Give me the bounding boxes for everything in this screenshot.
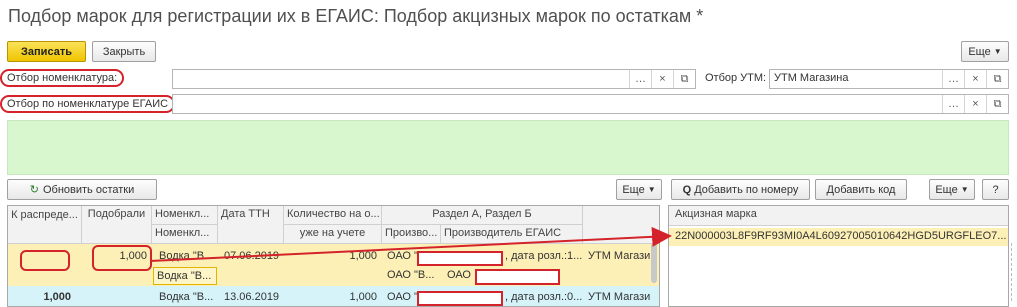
- form-window: Подбор марок для регистрации их в ЕГАИС:…: [0, 0, 1017, 307]
- annotation-arrow: [149, 226, 672, 262]
